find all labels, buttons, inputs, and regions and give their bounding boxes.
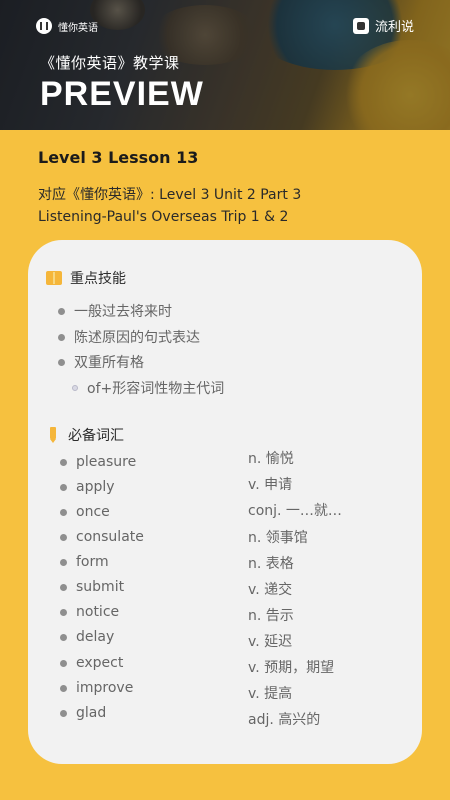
- vocab-word: apply: [60, 479, 115, 495]
- vocab-heading-label: 必备词汇: [68, 428, 124, 444]
- page-title: PREVIEW: [40, 75, 204, 113]
- lesson-topic: Listening-Paul's Overseas Trip 1 & 2: [38, 209, 289, 225]
- bullet-icon: [60, 709, 67, 717]
- lesson-mapping: 对应《懂你英语》: Level 3 Unit 2 Part 3: [38, 187, 302, 203]
- vocab-word: pleasure: [60, 454, 136, 470]
- skills-heading: 重点技能: [46, 268, 126, 288]
- vocab-word: consulate: [60, 529, 144, 545]
- vocab-meaning: v. 递交: [248, 582, 293, 598]
- vocab-word: once: [60, 504, 110, 520]
- vocab-word: expect: [60, 655, 123, 671]
- vocab-meaning: n. 领事馆: [248, 530, 308, 546]
- skill-subitem: of+形容词性物主代词: [72, 378, 224, 398]
- skill-item: 双重所有格: [58, 352, 144, 372]
- bullet-icon: [60, 633, 67, 641]
- bullet-icon: [58, 307, 65, 315]
- content-card: 重点技能 一般过去将来时 陈述原因的句式表达 双重所有格 of+形容词性物主代词…: [28, 240, 422, 764]
- lesson-title: Level 3 Lesson 13: [38, 148, 199, 167]
- vocab-word: notice: [60, 604, 119, 620]
- vocab-meaning: n. 告示: [248, 608, 294, 624]
- liulishuo-logo-icon: [352, 17, 369, 34]
- bullet-icon: [60, 558, 67, 566]
- book-icon: [46, 271, 62, 285]
- app-logo-icon: [36, 18, 52, 34]
- vocab-meaning: conj. 一…就…: [248, 503, 342, 519]
- course-subtitle: 《懂你英语》教学课: [40, 54, 180, 72]
- vocab-word: glad: [60, 705, 106, 721]
- brand-right-text: 流利说: [374, 20, 414, 35]
- vocab-heading: 必备词汇: [48, 425, 124, 445]
- vocab-meaning: v. 提高: [248, 686, 293, 702]
- brand-logo-right: 流利说: [352, 16, 414, 35]
- sub-bullet-icon: [72, 385, 78, 391]
- bullet-icon: [60, 608, 67, 616]
- vocab-meaning: v. 申请: [248, 477, 293, 493]
- skills-heading-label: 重点技能: [70, 271, 126, 287]
- vocab-meaning: v. 延迟: [248, 634, 293, 650]
- vocab-word: delay: [60, 629, 114, 645]
- bullet-icon: [60, 508, 67, 516]
- bullet-icon: [60, 483, 67, 491]
- bullet-icon: [60, 659, 67, 667]
- vocab-meaning: adj. 高兴的: [248, 712, 321, 728]
- vocab-meaning: n. 愉悦: [248, 451, 294, 467]
- vocab-meaning: n. 表格: [248, 556, 294, 572]
- bullet-icon: [60, 684, 67, 692]
- brand-logo-left: 懂你英语: [36, 18, 98, 34]
- vocab-word: submit: [60, 579, 124, 595]
- skill-item: 陈述原因的句式表达: [58, 327, 200, 347]
- bullet-icon: [60, 533, 67, 541]
- brand-left-text: 懂你英语: [58, 22, 98, 34]
- bullet-icon: [58, 358, 65, 366]
- skill-item: 一般过去将来时: [58, 301, 172, 321]
- bullet-icon: [60, 583, 67, 591]
- vocab-word: improve: [60, 680, 133, 696]
- vocab-meaning: v. 预期，期望: [248, 660, 335, 676]
- bullet-icon: [60, 458, 67, 466]
- vocab-word: form: [60, 554, 109, 570]
- pen-icon: [48, 427, 58, 443]
- header-banner: 懂你英语 流利说 《懂你英语》教学课 PREVIEW: [0, 0, 450, 130]
- bullet-icon: [58, 333, 65, 341]
